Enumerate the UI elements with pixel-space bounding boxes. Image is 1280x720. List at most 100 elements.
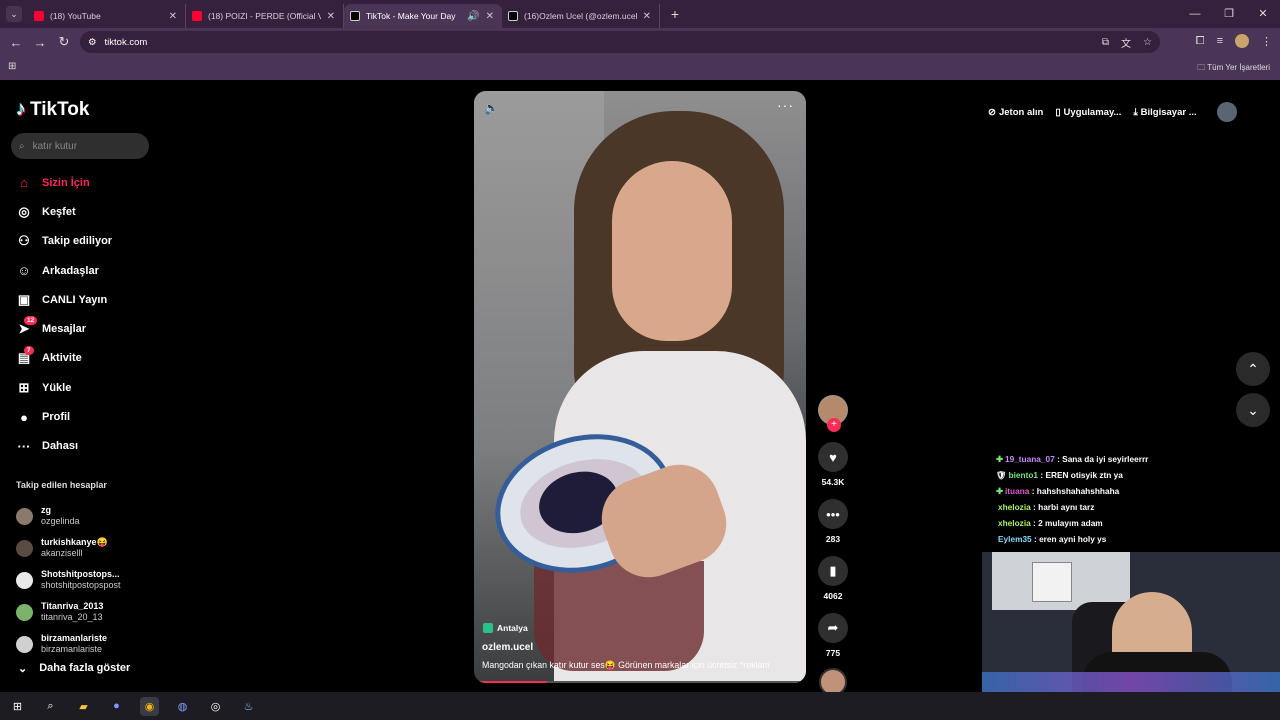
account-handle: birzamanlariste xyxy=(41,644,103,654)
chat-message: ✚ 19_tuana_07 : Sana da iyi seyirleerrr xyxy=(996,454,1149,464)
chat-user: 19_tuana_07 xyxy=(1004,454,1055,464)
reload-icon[interactable]: ↻ xyxy=(52,34,76,50)
like-button[interactable]: ♥ xyxy=(818,442,848,472)
location-label: Antalya xyxy=(497,623,528,633)
bookmark-star-icon[interactable]: ☆ xyxy=(1143,37,1152,48)
sidebar-item-explore[interactable]: ◎ Keşfet xyxy=(16,197,156,226)
sidebar-item-label: Keşfet xyxy=(42,205,76,218)
chat-badge-icon: ✚ xyxy=(996,486,1003,496)
location-icon xyxy=(483,623,493,633)
translate-icon[interactable]: 文 xyxy=(1121,35,1131,50)
sidebar-item-following[interactable]: ⚇ Takip ediliyor xyxy=(16,227,156,256)
menu-dots-icon[interactable]: ⋮ xyxy=(1261,35,1272,48)
comment-button[interactable]: ••• xyxy=(818,499,848,529)
desktop-app-label: Bilgisayar ... xyxy=(1140,106,1197,118)
previous-video-button[interactable]: ⌃ xyxy=(1236,352,1270,386)
close-tab-icon[interactable]: ✕ xyxy=(169,11,177,22)
extensions-icon[interactable]: ⧠ xyxy=(1196,35,1205,48)
url-text: tiktok.com xyxy=(104,36,148,48)
new-tab-button[interactable]: + xyxy=(664,6,686,22)
restore-icon[interactable]: ❐ xyxy=(1212,0,1246,28)
tab-search-button[interactable]: ⌄ xyxy=(0,0,28,28)
sidebar-item-live[interactable]: ▣ CANLI Yayın xyxy=(16,285,156,314)
avatar xyxy=(16,603,33,621)
followed-account[interactable]: zg ozgelinda xyxy=(16,500,156,532)
sidebar-item-profile[interactable]: ● Profil xyxy=(16,402,156,431)
location-tag[interactable]: Antalya xyxy=(483,623,528,633)
site-info-icon[interactable]: ⚙ xyxy=(88,37,97,48)
get-coins-button[interactable]: ⊘ Jeton alın xyxy=(988,107,1043,118)
omnibox-actions: ⧉ 文 ☆ xyxy=(1102,31,1152,53)
video-progress-bar[interactable] xyxy=(474,681,806,683)
webcam-poster xyxy=(1032,562,1072,602)
discord-icon[interactable]: ◍ xyxy=(173,697,192,716)
followed-account[interactable]: turkishkanye😝 akanziselll xyxy=(16,532,156,564)
video-player[interactable]: 🔈 ··· Antalya ozlem.ucel Mangodan çıkan … xyxy=(474,91,806,683)
comment-count: 283 xyxy=(825,534,841,544)
steam-icon[interactable]: ♨ xyxy=(239,697,258,716)
search-input[interactable]: ⌕ katır kutur xyxy=(11,133,149,159)
file-explorer-icon[interactable]: ▰ xyxy=(74,697,93,716)
share-button[interactable]: ➦ xyxy=(818,613,848,643)
close-tab-icon[interactable]: ✕ xyxy=(643,11,651,22)
close-tab-icon[interactable]: ✕ xyxy=(486,11,494,22)
chat-badge-icon: ✚ xyxy=(996,454,1003,464)
follow-plus-icon[interactable]: + xyxy=(827,418,841,432)
creator-avatar[interactable]: + xyxy=(818,395,848,432)
video-username[interactable]: ozlem.ucel xyxy=(482,642,533,653)
next-video-button[interactable]: ⌄ xyxy=(1236,393,1270,427)
close-tab-icon[interactable]: ✕ xyxy=(327,11,335,22)
avatar xyxy=(16,571,33,589)
desktop-app-button[interactable]: ⤓ Bilgisayar ... xyxy=(1133,107,1196,118)
sidebar-item-for-you[interactable]: ⌂ Sizin İçin xyxy=(16,168,156,197)
followed-account[interactable]: Shotshitpostops... shotshitpostopspost xyxy=(16,564,156,596)
back-icon[interactable]: ← xyxy=(4,35,28,50)
chat-message: ✚ ituana : hahshshahahshhaha xyxy=(996,486,1120,496)
forward-icon[interactable]: → xyxy=(28,35,52,50)
apps-grid-icon[interactable]: ⊞ xyxy=(8,61,16,72)
window-controls: — ❐ ✕ xyxy=(1178,0,1280,28)
messages-badge: 12 xyxy=(24,316,38,326)
sidebar-item-activity[interactable]: ▤ 7 Aktivite xyxy=(16,344,156,373)
video-progress-fill xyxy=(474,681,548,683)
app-icon[interactable]: ● xyxy=(107,697,126,716)
obs-icon[interactable]: ◎ xyxy=(206,697,225,716)
search-icon[interactable]: ⌕ xyxy=(41,697,60,716)
browser-tab-youtube[interactable]: (18) YouTube ✕ xyxy=(28,4,186,28)
search-placeholder: katır kutur xyxy=(32,140,78,152)
chrome-icon[interactable]: ◉ xyxy=(140,696,159,716)
followed-account[interactable]: Titanriva_2013 titanriva_20_13 xyxy=(16,596,156,628)
phone-icon: ▯ xyxy=(1055,106,1061,118)
save-button[interactable]: ▮ xyxy=(818,556,848,586)
logo-text: TikTok xyxy=(30,98,90,120)
get-app-button[interactable]: ▯ Uygulamay... xyxy=(1055,107,1121,118)
chat-user: xhelozia xyxy=(998,518,1031,528)
all-bookmarks-button[interactable]: 🗀 Tüm Yer İşaretleri xyxy=(1197,62,1270,76)
close-window-icon[interactable]: ✕ xyxy=(1246,0,1280,28)
url-field[interactable]: ⚙ tiktok.com ⧉ 文 ☆ xyxy=(80,31,1160,53)
coin-icon: ⊘ xyxy=(988,106,996,118)
show-more-button[interactable]: ⌄ Daha fazla göster xyxy=(18,662,130,675)
sidebar-item-friends[interactable]: ☺ Arkadaşlar xyxy=(16,256,156,285)
sidebar-item-label: Aktivite xyxy=(42,352,82,365)
tiktok-logo[interactable]: ♪ TikTok xyxy=(16,98,89,121)
browser-tab-poizi[interactable]: (18) POIZI - PERDE (Official Video) ✕ xyxy=(186,4,344,28)
followed-account[interactable]: birzamanlariste birzamanlariste xyxy=(16,628,156,660)
browser-tab-strip: ⌄ (18) YouTube ✕ (18) POIZI - PERDE (Off… xyxy=(0,0,1280,28)
minimize-icon[interactable]: — xyxy=(1178,0,1212,28)
browser-tab-tiktok[interactable]: TikTok - Make Your Day 🔊 ✕ xyxy=(344,4,502,28)
sidebar-item-upload[interactable]: ⊞ Yükle xyxy=(16,373,156,402)
windows-start-icon[interactable]: ⊞ xyxy=(8,697,27,716)
volume-icon[interactable]: 🔈 xyxy=(484,101,499,115)
media-icon[interactable]: ≡ xyxy=(1217,35,1223,47)
profile-avatar[interactable] xyxy=(1235,34,1249,48)
speaker-icon[interactable]: 🔊 xyxy=(467,11,479,22)
sidebar-item-label: Dahası xyxy=(42,440,79,453)
sidebar-item-messages[interactable]: ➤ 12 Mesajlar xyxy=(16,314,156,343)
browser-tab-ozlem[interactable]: (16)Ozlem Ucel (@ozlem.ucel) | TikTok ✕ xyxy=(502,4,660,28)
sidebar-item-more[interactable]: ··· Dahası xyxy=(16,432,156,461)
video-more-icon[interactable]: ··· xyxy=(777,97,794,113)
install-icon[interactable]: ⧉ xyxy=(1102,37,1109,48)
avatar xyxy=(16,539,33,557)
user-avatar[interactable] xyxy=(1216,102,1237,122)
